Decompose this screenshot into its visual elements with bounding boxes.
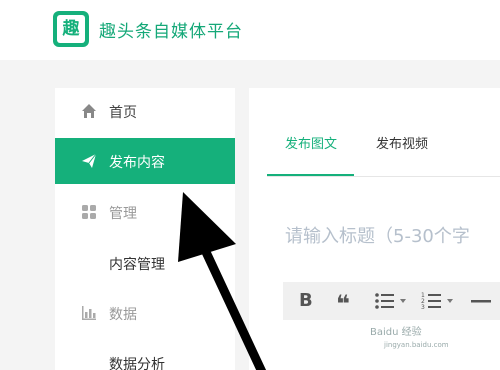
- watermark: Baidu 经验: [370, 327, 422, 338]
- pointer-arrow-annotation: [178, 192, 267, 370]
- watermark-url: jingyan.baidu.com: [384, 341, 449, 349]
